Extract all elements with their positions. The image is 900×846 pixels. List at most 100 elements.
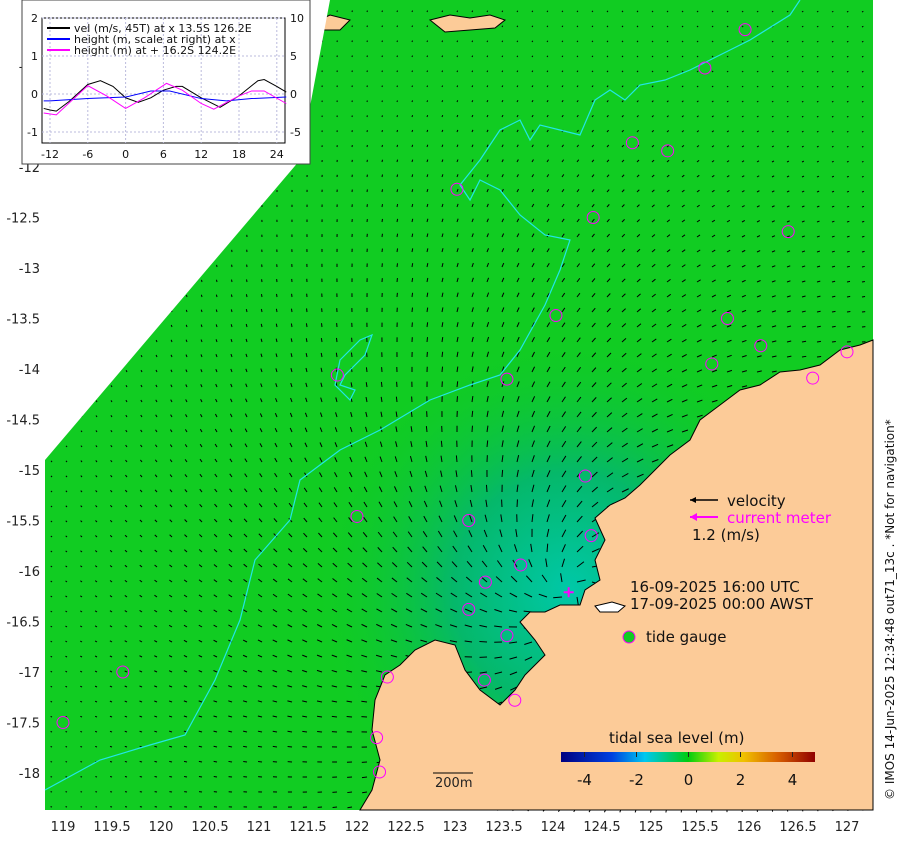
velocity-arrow [801, 10, 804, 13]
velocity-arrow [486, 55, 489, 58]
velocity-arrow [183, 745, 188, 748]
velocity-arrow [846, 130, 849, 133]
inset-x-tick: 0 [122, 148, 129, 161]
velocity-arrow [347, 806, 353, 809]
velocity-arrow [756, 85, 759, 88]
velocity-arrow [80, 746, 83, 748]
velocity-arrow [771, 85, 774, 88]
velocity-arrow [831, 55, 834, 58]
velocity-arrow [169, 745, 173, 748]
velocity-arrow [516, 55, 519, 58]
velocity-arrow [441, 40, 444, 43]
lat-tick-label: -12.5 [6, 212, 40, 227]
velocity-arrow [846, 55, 849, 58]
velocity-arrow [456, 40, 459, 43]
velocity-arrow [80, 715, 83, 718]
velocity-arrow [441, 366, 444, 373]
velocity-arrow [426, 70, 428, 73]
velocity-arrow [396, 248, 399, 253]
velocity-arrow [50, 670, 53, 673]
velocity-arrow [501, 469, 504, 478]
velocity-arrow [786, 115, 789, 118]
velocity-arrow [305, 323, 308, 328]
lat-tick-label: -16.5 [6, 616, 40, 631]
velocity-arrow [756, 40, 759, 43]
velocity-arrow [816, 115, 819, 118]
velocity-arrow [861, 175, 864, 178]
velocity-arrow [426, 322, 429, 328]
velocity-arrow [411, 144, 414, 148]
velocity-arrow [861, 235, 865, 238]
lon-tick-label: 124.5 [583, 820, 620, 835]
velocity-arrow [184, 776, 188, 778]
velocity-arrow [347, 791, 353, 794]
velocity-arrow [260, 308, 263, 313]
lat-tick-label: -14 [19, 363, 40, 378]
velocity-arrow [846, 280, 851, 283]
velocity-arrow [65, 731, 68, 733]
velocity-arrow [756, 100, 759, 103]
velocity-arrow [501, 40, 504, 43]
velocity-arrow [846, 295, 851, 298]
velocity-arrow [425, 426, 428, 433]
lon-tick-label: 122.5 [387, 820, 424, 835]
inset-legend-label: height (m) at + 16.2S 124.2E [74, 44, 236, 57]
velocity-arrow [846, 70, 849, 73]
velocity-arrow [771, 40, 774, 43]
velocity-arrow [861, 160, 864, 163]
velocity-arrow [861, 205, 865, 208]
velocity-arrow [213, 745, 218, 748]
velocity-arrow [831, 175, 835, 178]
velocity-arrow [561, 25, 564, 28]
velocity-arrow [831, 115, 834, 118]
velocity-arrow [411, 277, 414, 283]
velocity-arrow [287, 745, 293, 748]
velocity-arrow [816, 145, 819, 148]
velocity-arrow [380, 381, 383, 388]
lon-tick-label: 127 [835, 820, 860, 835]
velocity-arrow [816, 85, 819, 88]
velocity-arrow [396, 159, 399, 163]
velocity-arrow [411, 159, 414, 163]
lon-tick-label: 123.5 [485, 820, 522, 835]
velocity-arrow [486, 40, 489, 43]
colorbar-tick-label: 0 [684, 771, 694, 789]
credit-text: © IMOS 14-Jun-2025 12:34:48 out71_13c . … [883, 419, 897, 800]
velocity-arrow [287, 730, 293, 733]
lat-tick-label: -15 [19, 464, 40, 479]
velocity-arrow [426, 144, 429, 148]
velocity-arrow [124, 760, 128, 763]
velocity-arrow [456, 70, 459, 73]
velocity-arrow [290, 323, 293, 328]
inset-x-tick: -12 [41, 148, 59, 161]
velocity-arrow [801, 25, 804, 28]
velocity-arrow [771, 70, 774, 73]
velocity-arrow [456, 396, 459, 403]
velocity-arrow [846, 85, 849, 88]
velocity-arrow [471, 410, 474, 418]
velocity-arrow [801, 70, 804, 73]
velocity-arrow [846, 235, 850, 238]
velocity-arrow [456, 55, 459, 58]
velocity-arrow [831, 145, 834, 148]
velocity-arrow [109, 760, 113, 763]
velocity-arrow [861, 130, 864, 133]
velocity-arrow [861, 70, 864, 73]
velocity-arrow [846, 40, 849, 43]
velocity-arrow [801, 55, 804, 58]
inset-timeseries-plot: -12 -6 0 6 12 18 24210-11050-5 vel (m/s, 45T) … [21, 0, 311, 165]
velocity-arrow [411, 189, 414, 193]
inset-y-right-tick: 5 [290, 50, 297, 63]
velocity-arrow [861, 146, 864, 148]
velocity-arrow [771, 55, 774, 58]
velocity-arrow [411, 203, 414, 208]
colorbar-tick-label: 4 [788, 771, 798, 789]
velocity-arrow [243, 760, 248, 763]
velocity-arrow [441, 10, 444, 13]
velocity-arrow [846, 175, 849, 178]
velocity-arrow [501, 55, 504, 58]
lon-tick-label: 119 [51, 820, 76, 835]
velocity-arrow [426, 129, 429, 133]
velocity-arrow [320, 337, 323, 343]
velocity-arrow [335, 337, 338, 343]
